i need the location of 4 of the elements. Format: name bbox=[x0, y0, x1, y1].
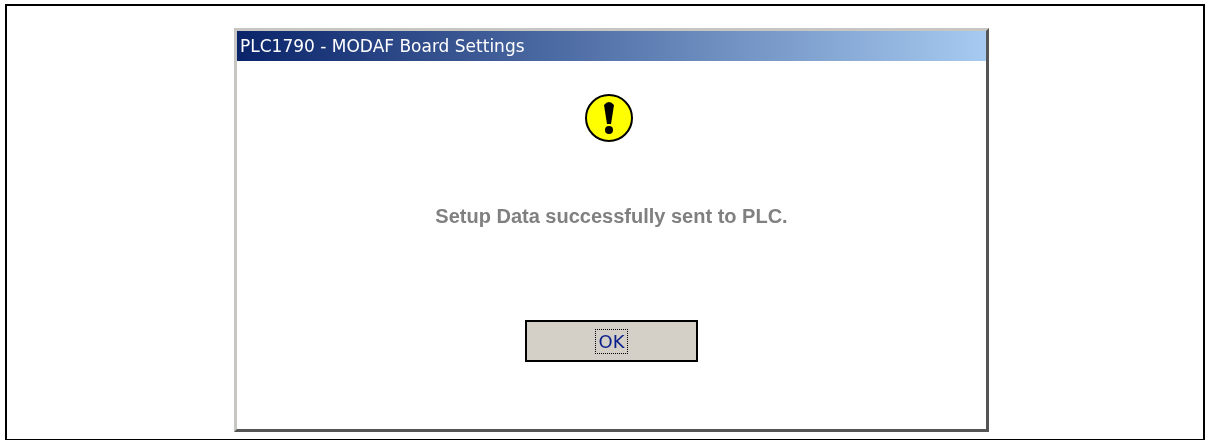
message-text: Setup Data successfully sent to PLC. bbox=[435, 205, 788, 228]
exclamation-icon bbox=[583, 93, 634, 143]
ok-button[interactable]: OK bbox=[525, 320, 698, 362]
window-title: PLC1790 - MODAF Board Settings bbox=[240, 36, 525, 56]
